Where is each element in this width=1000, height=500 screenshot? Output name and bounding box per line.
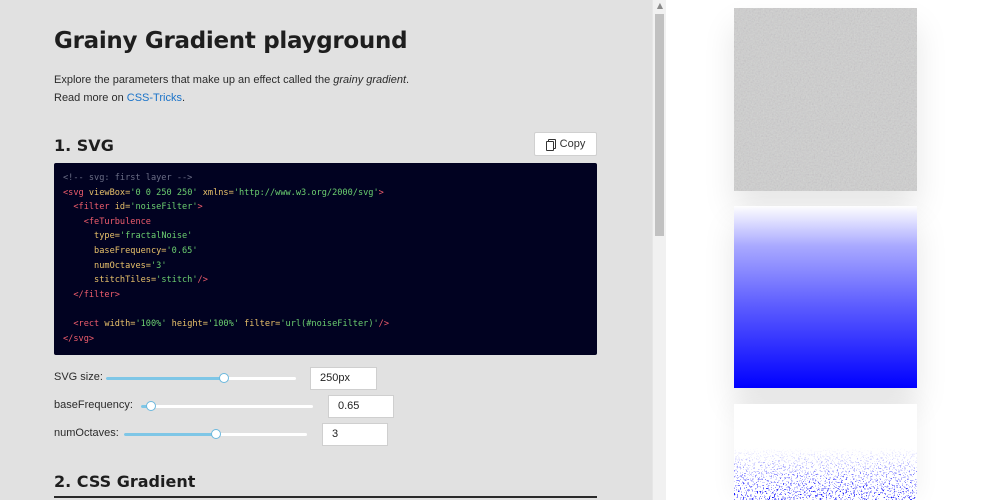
copy-button-label: Copy: [559, 138, 586, 150]
code-line: </filter>: [73, 289, 120, 300]
gradient-layer-preview: [734, 206, 917, 388]
code-line: <filter id='noiseFilter'>: [73, 202, 203, 213]
slider-thumb[interactable]: [218, 373, 229, 383]
code-line: stitchTiles='stitch'/>: [94, 275, 208, 286]
code-line: baseFrequency='0.65': [94, 245, 198, 256]
slider-fill: [124, 433, 216, 436]
code-line: numOctaves='3': [94, 260, 167, 271]
svg-size-label: SVG size:: [54, 371, 103, 383]
scrollbar-thumb[interactable]: [655, 14, 664, 236]
section-svg-heading: 1. SVG: [54, 136, 114, 155]
num-octaves-slider[interactable]: [124, 427, 307, 441]
intro-text: Explore the parameters that make up an e…: [54, 71, 614, 107]
svg-size-slider[interactable]: [106, 371, 296, 385]
panel-scrollbar[interactable]: ▲: [652, 0, 666, 500]
base-frequency-slider[interactable]: [141, 399, 313, 413]
num-octaves-input[interactable]: 3: [322, 423, 388, 446]
slider-fill: [106, 377, 224, 380]
intro-emphasis: grainy gradient: [333, 74, 407, 86]
copy-icon: [545, 138, 556, 151]
grainy-gradient-texture: [734, 404, 917, 500]
controls-panel: Grainy Gradient playground Explore the p…: [0, 0, 652, 500]
code-line: <!-- svg: first layer -->: [63, 173, 193, 183]
scroll-up-arrow-icon[interactable]: ▲: [656, 2, 664, 10]
noise-texture: [734, 8, 917, 191]
page-title: Grainy Gradient playground: [54, 28, 408, 54]
section-css-heading: 2. CSS Gradient: [54, 472, 196, 491]
slider-thumb[interactable]: [146, 401, 157, 411]
grainy-result-preview: [734, 404, 917, 500]
code-line: type='fractalNoise': [94, 231, 193, 242]
code-line: <svg viewBox='0 0 250 250' xmlns='http:/…: [63, 187, 384, 198]
code-line: <rect width='100%' height='100%' filter=…: [73, 318, 390, 329]
base-frequency-label: baseFrequency:: [54, 399, 133, 411]
svg-code-block[interactable]: <!-- svg: first layer --> <svg viewBox='0…: [54, 163, 597, 355]
base-frequency-input[interactable]: 0.65: [328, 395, 394, 418]
code-line: </svg>: [63, 333, 95, 344]
css-tricks-link[interactable]: CSS-Tricks: [127, 92, 182, 104]
slider-thumb[interactable]: [210, 429, 221, 439]
section-divider: [54, 496, 597, 498]
noise-layer-preview: [734, 8, 917, 191]
intro-line-2: Read more on CSS-Tricks.: [54, 92, 186, 104]
slider-track: [141, 405, 313, 408]
num-octaves-label: numOctaves:: [54, 427, 119, 439]
intro-line-1: Explore the parameters that make up an e…: [54, 74, 410, 86]
copy-button[interactable]: Copy: [534, 132, 597, 156]
svg-size-input[interactable]: 250px: [310, 367, 377, 390]
code-line: <feTurbulence: [83, 216, 151, 227]
